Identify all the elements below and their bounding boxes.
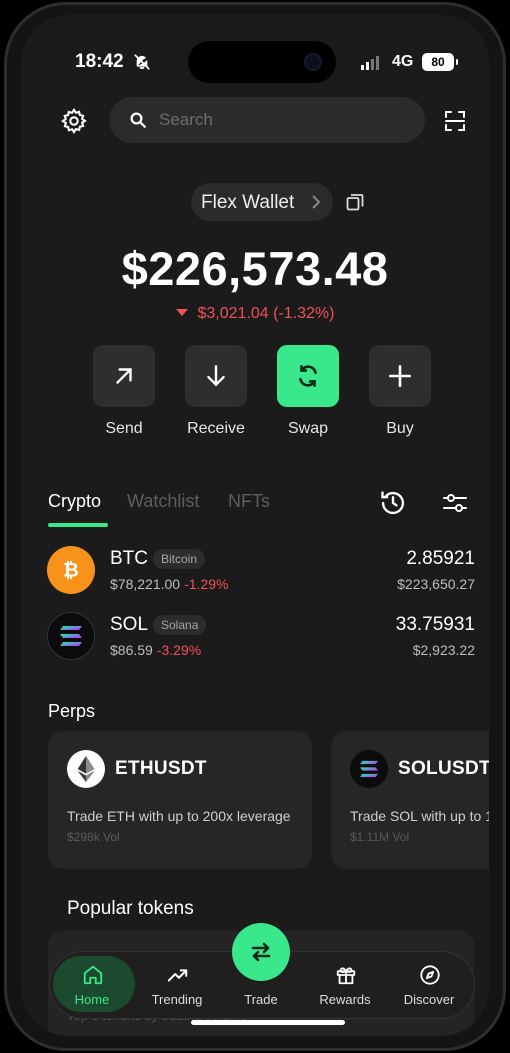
down-triangle-icon xyxy=(175,309,188,316)
perp-name: SOLUSDT xyxy=(398,758,489,779)
swap-label: Swap xyxy=(287,420,329,437)
nav-discover[interactable]: Discover xyxy=(387,952,471,1018)
asset-symbol: SOL xyxy=(110,614,149,635)
asset-row-btc[interactable]: ₿ BTC Bitcoin $78,221.00 -1.29% 2.85921 $… xyxy=(21,546,489,602)
tab-watchlist[interactable]: Watchlist xyxy=(127,491,199,512)
dynamic-island xyxy=(188,41,336,83)
perp-description: Trade SOL with up to 1( xyxy=(350,808,489,824)
nav-rewards[interactable]: Rewards xyxy=(303,952,387,1018)
trade-fab-button[interactable] xyxy=(232,923,290,981)
app-screen: 18:42 4G 80 Flex Wallet $226,573.48 $3,0… xyxy=(21,15,489,1036)
portfolio-change-value: $3,021.04 (-1.32%) xyxy=(197,305,335,322)
nav-trade-label: Trade xyxy=(244,992,278,1007)
trending-icon xyxy=(167,969,188,982)
history-icon[interactable] xyxy=(379,489,407,517)
nav-discover-label: Discover xyxy=(403,992,455,1007)
search-icon xyxy=(130,112,146,128)
status-time: 18:42 xyxy=(75,51,124,72)
camera-icon xyxy=(304,53,322,71)
battery-indicator: 80 xyxy=(422,53,458,71)
nav-rewards-label: Rewards xyxy=(319,992,371,1007)
send-label: Send xyxy=(105,420,143,437)
signal-icon xyxy=(361,56,379,70)
search-input[interactable] xyxy=(159,105,409,135)
tab-crypto[interactable]: Crypto xyxy=(48,491,101,512)
nav-trending-label: Trending xyxy=(151,992,203,1007)
asset-value: $223,650.27 xyxy=(397,576,475,592)
buy-button[interactable]: Buy xyxy=(369,345,431,438)
phone-frame: 18:42 4G 80 Flex Wallet $226,573.48 $3,0… xyxy=(4,2,506,1051)
swap-button[interactable]: Swap xyxy=(277,345,339,438)
gift-icon xyxy=(336,967,356,985)
asset-row-sol[interactable]: SOL Solana $86.59 -3.29% 33.75931 $2,923.… xyxy=(21,612,489,668)
perp-volume: $1.11M Vol xyxy=(350,830,410,844)
copy-icon[interactable] xyxy=(346,193,364,211)
plus-icon xyxy=(388,364,412,388)
asset-amount: 33.75931 xyxy=(395,614,475,635)
receive-button[interactable]: Receive xyxy=(185,345,247,438)
wallet-name: Flex Wallet xyxy=(201,192,295,213)
nav-home-label: Home xyxy=(74,992,110,1007)
home-indicator xyxy=(191,1020,345,1025)
wallet-selector[interactable]: Flex Wallet xyxy=(191,183,333,221)
buy-label: Buy xyxy=(386,420,414,437)
arrow-up-right-icon xyxy=(116,368,132,384)
portfolio-change: $3,021.04 (-1.32%) xyxy=(21,305,489,323)
asset-change: -1.29% xyxy=(184,576,229,592)
asset-name-chip: Solana xyxy=(153,615,207,635)
asset-amount: 2.85921 xyxy=(406,548,475,569)
svg-text:₿: ₿ xyxy=(63,559,79,582)
perp-description: Trade ETH with up to 200x leverage xyxy=(67,808,291,824)
asset-name-chip: Bitcoin xyxy=(153,549,206,569)
scan-icon[interactable] xyxy=(443,109,467,133)
solana-logo-icon xyxy=(47,612,95,660)
send-button[interactable]: Send xyxy=(93,345,155,438)
gear-icon[interactable] xyxy=(60,107,88,135)
bell-muted-icon xyxy=(134,54,150,70)
bitcoin-logo-icon: ₿ xyxy=(47,546,95,594)
perps-section-title: Perps xyxy=(48,701,96,721)
perp-card-ethusdt[interactable]: ETHUSDT Trade ETH with up to 200x levera… xyxy=(48,731,312,869)
home-icon xyxy=(83,965,103,985)
nav-trending[interactable]: Trending xyxy=(135,952,219,1018)
perp-card-solusdt[interactable]: SOLUSDT Trade SOL with up to 1( $1.11M V… xyxy=(331,731,489,869)
search-bar[interactable] xyxy=(109,97,425,143)
asset-value: $2,923.22 xyxy=(412,642,475,658)
asset-price-value: $78,221.00 xyxy=(110,576,181,592)
perp-name: ETHUSDT xyxy=(115,758,207,779)
active-tab-indicator xyxy=(48,523,108,527)
asset-change: -3.29% xyxy=(156,642,202,658)
tab-nfts[interactable]: NFTs xyxy=(228,491,270,512)
nav-home[interactable]: Home xyxy=(50,952,135,1018)
asset-price: $78,221.00 -1.29% xyxy=(110,576,228,592)
filter-sliders-icon[interactable] xyxy=(442,491,468,515)
swap-arrows-icon xyxy=(251,942,271,962)
solana-logo-icon xyxy=(350,750,388,788)
swap-icon xyxy=(299,364,317,388)
popular-tokens-title: Popular tokens xyxy=(67,898,194,919)
asset-price-value: $86.59 xyxy=(110,642,153,658)
perp-volume: $298k Vol xyxy=(67,830,120,844)
compass-icon xyxy=(420,965,440,985)
chevron-right-icon xyxy=(312,195,321,209)
network-type: 4G xyxy=(392,53,414,70)
asset-price: $86.59 -3.29% xyxy=(110,642,201,658)
arrow-down-icon xyxy=(207,365,225,387)
asset-symbol: BTC xyxy=(110,548,148,569)
receive-label: Receive xyxy=(187,420,245,437)
ethereum-logo-icon xyxy=(67,750,105,788)
portfolio-balance: $226,573.48 xyxy=(121,242,389,295)
